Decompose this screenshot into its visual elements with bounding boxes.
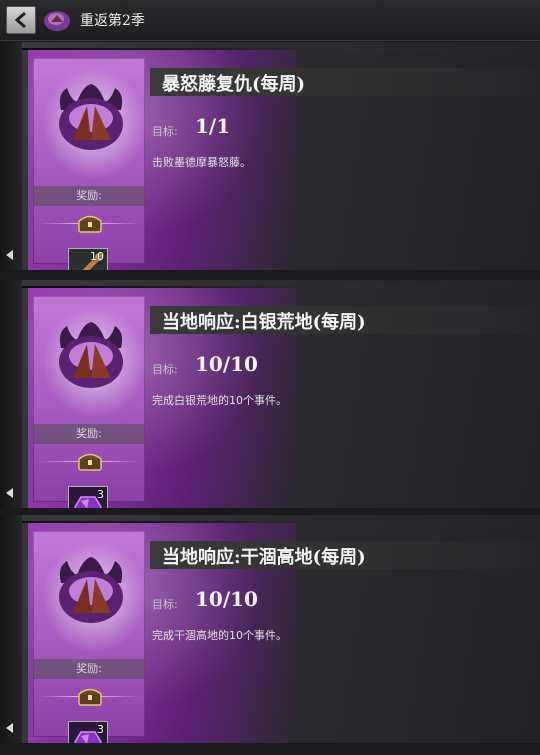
achievement-emblem-icon [59, 557, 123, 623]
item-count: 10 [90, 250, 104, 263]
achievement-emblem-icon [59, 322, 123, 388]
goal-label: 目标: [152, 598, 178, 611]
reward-item[interactable]: 10 [68, 248, 108, 270]
reward-item[interactable]: 3 [68, 486, 108, 508]
collapse-arrow-icon[interactable] [6, 250, 14, 260]
goal-progress: 10/10 [195, 352, 258, 376]
collapse-arrow-icon[interactable] [6, 723, 14, 733]
reward-panel: 奖励: 3 [33, 531, 145, 743]
goal-label: 目标: [152, 363, 178, 376]
reward-chest-icon[interactable] [77, 212, 103, 234]
item-count: 3 [97, 488, 104, 501]
reward-chest-icon[interactable] [77, 450, 103, 472]
card-edge [0, 515, 22, 743]
collapse-arrow-icon[interactable] [6, 488, 14, 498]
reward-label: 奖励: [33, 424, 145, 444]
reward-chest-icon[interactable] [77, 685, 103, 707]
season-title: 重返第2季 [80, 13, 145, 29]
reward-item[interactable]: 3 [68, 721, 108, 743]
card-title: 当地响应:干涸高地(每周) [162, 547, 366, 568]
achievement-emblem-icon [59, 84, 123, 150]
goal-label: 目标: [152, 125, 178, 138]
achievement-card[interactable]: 奖励: 3 当地响应:白银荒地(每周) 目标: 10/10 完成白银荒地的10个… [0, 280, 540, 508]
card-title: 当地响应:白银荒地(每周) [162, 312, 366, 333]
reward-label: 奖励: [33, 186, 145, 206]
back-arrow-icon [14, 12, 26, 28]
reward-panel: 奖励: 3 [33, 296, 145, 508]
card-title: 暴怒藤复仇(每周) [162, 74, 306, 95]
achievement-card[interactable]: 奖励: 10 暴怒藤复仇(每周) 目标: 1/1 击败墨德摩暴怒藤。 [0, 42, 540, 270]
card-edge [0, 280, 22, 508]
card-description: 完成白银荒地的10个事件。 [152, 394, 287, 407]
achievement-card[interactable]: 奖励: 3 当地响应:干涸高地(每周) 目标: 10/10 完成干涸高地的10个… [0, 515, 540, 743]
reward-panel: 奖励: 10 [33, 58, 145, 270]
goal-progress: 10/10 [195, 587, 258, 611]
back-button[interactable] [6, 6, 36, 34]
card-edge [0, 42, 22, 270]
card-description: 完成干涸高地的10个事件。 [152, 629, 287, 642]
reward-label: 奖励: [33, 659, 145, 679]
season-emblem-icon [44, 11, 70, 31]
card-description: 击败墨德摩暴怒藤。 [152, 156, 251, 169]
goal-progress: 1/1 [195, 114, 231, 138]
item-count: 3 [97, 723, 104, 736]
top-bar: 重返第2季 [0, 0, 540, 41]
